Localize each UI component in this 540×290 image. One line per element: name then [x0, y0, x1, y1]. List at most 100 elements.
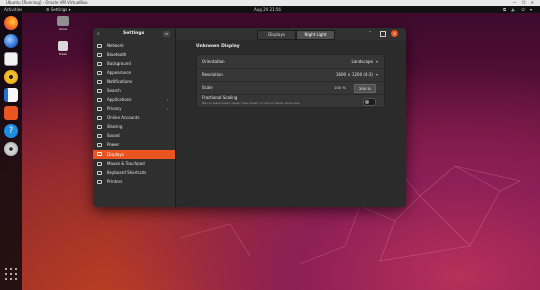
- firefox-icon[interactable]: [4, 16, 18, 30]
- orientation-label: Orientation: [202, 59, 225, 64]
- sidebar-item-network[interactable]: Network: [93, 42, 175, 50]
- display-name-heading: Unknown Display: [196, 44, 240, 49]
- cloud-icon: [97, 116, 102, 120]
- resolution-value: 1600 × 1200 (4:3): [335, 72, 373, 77]
- top-bar: Activities ⚙ Settings ▾ Aug 24 21:56 ⧉ 🔈…: [0, 6, 540, 13]
- resolution-dropdown[interactable]: 1600 × 1200 (4:3) ▾: [336, 68, 378, 81]
- fractional-scaling-toggle[interactable]: [363, 98, 376, 106]
- dvd-icon[interactable]: [4, 142, 18, 156]
- background-icon: [97, 62, 102, 66]
- orientation-value: Landscape: [351, 59, 373, 64]
- desktop-icon-label: home: [58, 27, 68, 31]
- settings-title: Settings: [123, 31, 145, 36]
- minimize-icon[interactable]: –: [369, 29, 372, 35]
- desktop-trash-icon[interactable]: Trash: [56, 41, 70, 56]
- power-icon: [97, 143, 102, 147]
- sidebar-item-mouse-touchpad[interactable]: Mouse & Touchpad: [93, 160, 175, 168]
- display-icon: [97, 152, 102, 156]
- search-icon[interactable]: ⌕: [97, 31, 100, 37]
- scale-row: Scale 100 % 200 %: [197, 81, 384, 95]
- sidebar-item-label: Privacy: [107, 106, 122, 111]
- settings-window: ⌕ Settings ≡ Displays Night Light – ✕ Ne…: [93, 28, 406, 207]
- fractional-scaling-description: May increase power usage, lower speed, o…: [202, 101, 301, 105]
- desktop-home-icon[interactable]: home: [56, 16, 70, 31]
- sidebar-item-label: Background: [107, 61, 131, 66]
- printer-icon: [97, 180, 102, 184]
- view-switcher: Displays Night Light: [257, 30, 335, 40]
- toggle-knob: [365, 100, 369, 104]
- close-icon[interactable]: ✕: [391, 30, 398, 37]
- sidebar-item-online-accounts[interactable]: Online Accounts: [93, 114, 175, 122]
- thunderbird-icon[interactable]: [4, 34, 18, 48]
- apps-icon: [97, 98, 102, 102]
- clock[interactable]: Aug 24 21:56: [254, 6, 281, 13]
- tab-night-light[interactable]: Night Light: [296, 30, 335, 40]
- sidebar-item-label: Mouse & Touchpad: [107, 161, 145, 166]
- keyboard-icon: [97, 171, 102, 175]
- bell-icon: [97, 80, 102, 84]
- sidebar-item-label: Displays: [107, 152, 124, 157]
- sidebar-item-label: Appearance: [107, 70, 132, 75]
- scale-100-button[interactable]: 100 %: [330, 84, 350, 91]
- sidebar-item-sound[interactable]: Sound: [93, 132, 175, 140]
- sidebar-item-privacy[interactable]: Privacy ›: [93, 105, 175, 113]
- sidebar-item-label: Notifications: [107, 79, 133, 84]
- tab-displays[interactable]: Displays: [257, 30, 296, 40]
- system-tray[interactable]: ⧉ 🔈 ⏻ ▾: [503, 6, 534, 13]
- network-icon: [97, 44, 102, 48]
- hamburger-menu-icon[interactable]: ≡: [163, 31, 170, 37]
- resolution-label: Resolution: [202, 72, 223, 77]
- displays-panel: Unknown Display Orientation Landscape ▾ R…: [176, 40, 406, 207]
- sidebar-item-keyboard-shortcuts[interactable]: Keyboard Shortcuts: [93, 169, 175, 177]
- show-applications-icon[interactable]: [5, 268, 17, 280]
- appearance-icon: [97, 71, 102, 75]
- sidebar-item-label: Printers: [107, 179, 123, 184]
- dock: ?: [0, 13, 22, 290]
- sidebar-item-label: Online Accounts: [107, 115, 140, 120]
- sidebar-item-background[interactable]: Background: [93, 60, 175, 68]
- sidebar-item-displays[interactable]: Displays: [93, 150, 175, 159]
- scale-200-button[interactable]: 200 %: [354, 84, 376, 93]
- sidebar-item-bluetooth[interactable]: Bluetooth: [93, 51, 175, 59]
- orientation-dropdown[interactable]: Landscape ▾: [351, 55, 378, 68]
- orientation-row[interactable]: Orientation Landscape ▾: [197, 55, 384, 69]
- app-menu-settings[interactable]: ⚙ Settings ▾: [46, 6, 71, 13]
- resolution-row[interactable]: Resolution 1600 × 1200 (4:3) ▾: [197, 68, 384, 82]
- sidebar-item-label: Sharing: [107, 124, 123, 129]
- fractional-scaling-row: Fractional Scaling May increase power us…: [197, 94, 384, 107]
- sidebar-item-label: Applications: [107, 97, 132, 102]
- sidebar-item-search[interactable]: Search: [93, 87, 175, 95]
- sidebar-item-label: Search: [107, 88, 121, 93]
- sidebar-item-label: Keyboard Shortcuts: [107, 170, 147, 175]
- mouse-icon: [97, 162, 102, 166]
- sidebar-item-label: Sound: [107, 133, 120, 138]
- scale-label: Scale: [202, 85, 213, 90]
- sidebar-item-printers[interactable]: Printers: [93, 178, 175, 186]
- sidebar-item-applications[interactable]: Applications ›: [93, 96, 175, 104]
- help-icon[interactable]: ?: [4, 124, 18, 138]
- trash-icon: [58, 41, 68, 51]
- share-icon: [97, 125, 102, 129]
- bluetooth-icon: [97, 53, 102, 57]
- sidebar-item-label: Bluetooth: [107, 52, 127, 57]
- chevron-right-icon: ›: [167, 106, 169, 111]
- search-icon: [97, 89, 102, 93]
- writer-icon[interactable]: [4, 88, 18, 102]
- chevron-down-icon: ▾: [375, 59, 378, 64]
- chevron-right-icon: ›: [167, 97, 169, 102]
- sidebar-item-power[interactable]: Power: [93, 141, 175, 149]
- files-icon[interactable]: [4, 52, 18, 66]
- maximize-icon[interactable]: [380, 31, 386, 37]
- desktop-icon-label: Trash: [59, 52, 67, 56]
- display-settings-list: Orientation Landscape ▾ Resolution 1600 ×…: [196, 54, 385, 108]
- sidebar-item-sharing[interactable]: Sharing: [93, 123, 175, 131]
- sound-icon: [97, 134, 102, 138]
- sidebar-item-appearance[interactable]: Appearance: [93, 69, 175, 77]
- chevron-down-icon: ▾: [375, 72, 378, 77]
- sidebar-item-notifications[interactable]: Notifications: [93, 78, 175, 86]
- sidebar-item-label: Network: [107, 43, 124, 48]
- activities-button[interactable]: Activities: [4, 6, 22, 13]
- software-icon[interactable]: [4, 106, 18, 120]
- rhythmbox-icon[interactable]: [4, 70, 18, 84]
- sidebar-item-label: Power: [107, 142, 120, 147]
